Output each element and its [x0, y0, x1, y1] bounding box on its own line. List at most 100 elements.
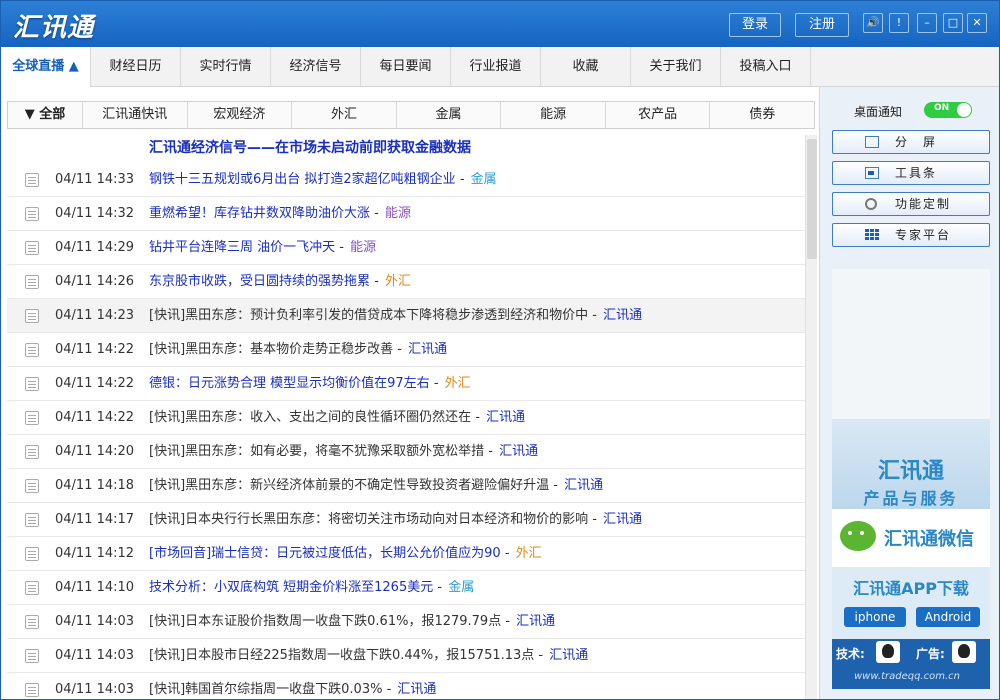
- news-row[interactable]: 04/11 14:22 德银：日元涨势合理 模型显示均衡价值在97左右 - 外汇: [7, 367, 805, 401]
- tab-daily-news[interactable]: 每日要闻: [361, 47, 451, 87]
- ad-services[interactable]: 汇讯通 产品与服务: [832, 419, 990, 509]
- tab-realtime-quotes[interactable]: 实时行情: [181, 47, 271, 87]
- filter-macro[interactable]: 宏观经济: [188, 102, 293, 128]
- news-category[interactable]: 汇讯通: [516, 614, 555, 629]
- alert-icon[interactable]: !: [889, 13, 909, 33]
- news-row[interactable]: 04/11 14:26 东京股市收跌，受日圆持续的强势拖累 - 外汇: [7, 265, 805, 299]
- news-separator: -: [500, 546, 514, 561]
- site-url[interactable]: www.tradeqq.com.cn: [854, 671, 960, 682]
- news-row[interactable]: 04/11 14:12 [市场回音]瑞士信贷：日元被过度低估，长期公允价值应为90…: [7, 537, 805, 571]
- news-title[interactable]: [快讯]日本东证股价指数周一收盘下跌0.61%，报1279.79点: [149, 614, 501, 629]
- tab-economic-calendar[interactable]: 财经日历: [91, 47, 181, 87]
- app-logo: 汇讯通: [13, 13, 95, 43]
- news-separator: -: [588, 512, 602, 527]
- news-category[interactable]: 汇讯通: [397, 682, 436, 697]
- minimize-button[interactable]: –: [917, 13, 937, 33]
- toolbar-label: 工具条: [895, 166, 938, 180]
- expert-platform-button[interactable]: 专家平台: [832, 223, 990, 247]
- tab-economic-signals[interactable]: 经济信号: [271, 47, 361, 87]
- news-title[interactable]: [快讯]黑田东彦：基本物价走势正稳步改善: [149, 342, 393, 357]
- filter-flash[interactable]: 汇讯通快讯: [83, 102, 188, 128]
- news-category[interactable]: 外汇: [445, 376, 471, 391]
- tab-global-live[interactable]: 全球直播 ▲: [1, 47, 91, 87]
- advertising-label: 广告:: [916, 647, 945, 661]
- news-category[interactable]: 汇讯通: [603, 512, 642, 527]
- news-title[interactable]: 技术分析：小双底构筑 短期金价料涨至1265美元: [149, 580, 433, 595]
- close-button[interactable]: ✕: [967, 13, 987, 33]
- news-row[interactable]: 04/11 14:20 [快讯]黑田东彦：如有必要，将毫不犹豫采取额外宽松举措 -…: [7, 435, 805, 469]
- news-title[interactable]: [快讯]韩国首尔综指周一收盘下跌0.03%: [149, 682, 382, 697]
- news-row[interactable]: 04/11 14:03 [快讯]韩国首尔综指周一收盘下跌0.03% - 汇讯通: [7, 673, 805, 699]
- maximize-button[interactable]: □: [943, 13, 963, 33]
- wechat-text: 汇讯通微信: [884, 529, 974, 550]
- news-title[interactable]: [快讯]黑田东彦：预计负利率引发的借贷成本下降将稳步渗透到经济和物价中: [149, 308, 588, 323]
- news-row[interactable]: 04/11 14:17 [快讯]日本央行行长黑田东彦：将密切关注市场动向对日本经济…: [7, 503, 805, 537]
- news-row[interactable]: 04/11 14:33 钢铁十三五规划或6月出台 拟打造2家超亿吨粗钢企业 - 金…: [7, 163, 805, 197]
- news-category[interactable]: 金属: [448, 580, 474, 595]
- news-category[interactable]: 外汇: [516, 546, 542, 561]
- news-title[interactable]: [快讯]黑田东彦：如有必要，将毫不犹豫采取额外宽松举措: [149, 444, 484, 459]
- news-title[interactable]: [快讯]日本股市日经225指数周一收盘下跌0.44%，报15751.13点: [149, 648, 534, 663]
- news-category[interactable]: 汇讯通: [499, 444, 538, 459]
- news-category[interactable]: 汇讯通: [549, 648, 588, 663]
- news-row[interactable]: 04/11 14:22 [快讯]黑田东彦：收入、支出之间的良性循环圈仍然还在 - …: [7, 401, 805, 435]
- news-category[interactable]: 金属: [471, 172, 497, 187]
- split-screen-button[interactable]: 分 屏: [832, 130, 990, 154]
- news-title[interactable]: [快讯]日本央行行长黑田东彦：将密切关注市场动向对日本经济和物价的影响: [149, 512, 588, 527]
- news-category[interactable]: 汇讯通: [408, 342, 447, 357]
- news-row[interactable]: 04/11 14:29 钻井平台连降三周 油价一飞冲天 - 能源: [7, 231, 805, 265]
- news-row[interactable]: 04/11 14:03 [快讯]日本股市日经225指数周一收盘下跌0.44%，报1…: [7, 639, 805, 673]
- news-category[interactable]: 汇讯通: [603, 308, 642, 323]
- news-title[interactable]: [快讯]黑田东彦：新兴经济体前景的不确定性导致投资者避险偏好升温: [149, 478, 549, 493]
- scroll-thumb[interactable]: [807, 139, 817, 259]
- news-separator: -: [455, 172, 469, 187]
- filter-metals[interactable]: 金属: [397, 102, 502, 128]
- toolbar-button[interactable]: 工具条: [832, 161, 990, 185]
- news-title[interactable]: 钻井平台连降三周 油价一飞冲天: [149, 240, 335, 255]
- android-download-button[interactable]: Android: [916, 607, 980, 627]
- news-title[interactable]: 重燃希望！库存钻井数双降助油价大涨: [149, 206, 370, 221]
- iphone-download-button[interactable]: iphone: [844, 607, 906, 627]
- qq-ad-icon[interactable]: [952, 641, 976, 663]
- qq-tech-icon[interactable]: [876, 641, 900, 663]
- filter-energy[interactable]: 能源: [501, 102, 606, 128]
- news-row[interactable]: 04/11 14:18 [快讯]黑田东彦：新兴经济体前景的不确定性导致投资者避险偏…: [7, 469, 805, 503]
- news-row[interactable]: 04/11 14:22 [快讯]黑田东彦：基本物价走势正稳步改善 - 汇讯通: [7, 333, 805, 367]
- news-row[interactable]: 04/11 14:10 技术分析：小双底构筑 短期金价料涨至1265美元 - 金属: [7, 571, 805, 605]
- document-icon: [25, 479, 39, 493]
- title-bar: 汇讯通 登录 注册 🔊 ! – □ ✕: [1, 1, 999, 47]
- tab-favorites[interactable]: 收藏: [541, 47, 631, 87]
- tab-industry-reports[interactable]: 行业报道: [451, 47, 541, 87]
- tab-submit[interactable]: 投稿入口: [721, 47, 811, 87]
- filter-agriculture[interactable]: 农产品: [606, 102, 711, 128]
- news-category[interactable]: 汇讯通: [486, 410, 525, 425]
- toggle-state: ON: [934, 103, 950, 113]
- filter-bonds[interactable]: 债券: [710, 102, 814, 128]
- news-row[interactable]: 04/11 14:32 重燃希望！库存钻井数双降助油价大涨 - 能源: [7, 197, 805, 231]
- register-button[interactable]: 注册: [795, 13, 849, 37]
- news-title[interactable]: 钢铁十三五规划或6月出台 拟打造2家超亿吨粗钢企业: [149, 172, 456, 187]
- filter-all[interactable]: ▼ 全部: [8, 102, 83, 128]
- login-button[interactable]: 登录: [729, 13, 781, 37]
- desktop-notify-toggle[interactable]: ON: [924, 102, 972, 118]
- ad-banner[interactable]: 汇讯通 产品与服务 汇讯通微信 汇讯通APP下载 iphone Android …: [832, 269, 990, 689]
- news-title[interactable]: 德银：日元涨势合理 模型显示均衡价值在97左右: [149, 376, 430, 391]
- news-category[interactable]: 能源: [350, 240, 376, 255]
- sound-icon[interactable]: 🔊: [863, 13, 883, 33]
- news-category[interactable]: 外汇: [385, 274, 411, 289]
- filter-forex[interactable]: 外汇: [292, 102, 397, 128]
- news-scrollbar[interactable]: [805, 135, 817, 699]
- news-title[interactable]: [快讯]黑田东彦：收入、支出之间的良性循环圈仍然还在: [149, 410, 471, 425]
- news-title[interactable]: [市场回音]瑞士信贷：日元被过度低估，长期公允价值应为90: [149, 546, 501, 561]
- app-window: 汇讯通 登录 注册 🔊 ! – □ ✕ 全球直播 ▲ 财经日历 实时行情 经济信…: [0, 0, 1000, 700]
- news-title[interactable]: 东京股市收跌，受日圆持续的强势拖累: [149, 274, 370, 289]
- news-row[interactable]: 04/11 14:03 [快讯]日本东证股价指数周一收盘下跌0.61%，报1279…: [7, 605, 805, 639]
- ad-wechat[interactable]: 汇讯通微信: [832, 509, 990, 567]
- news-category[interactable]: 能源: [385, 206, 411, 221]
- headline-link[interactable]: 汇讯通经济信号——在市场未启动前即获取金融数据: [149, 137, 471, 157]
- news-category[interactable]: 汇讯通: [564, 478, 603, 493]
- news-row[interactable]: 04/11 14:23 [快讯]黑田东彦：预计负利率引发的借贷成本下降将稳步渗透到…: [7, 299, 805, 333]
- news-time: 04/11 14:17: [55, 512, 135, 527]
- tab-about-us[interactable]: 关于我们: [631, 47, 721, 87]
- customize-button[interactable]: 功能定制: [832, 192, 990, 216]
